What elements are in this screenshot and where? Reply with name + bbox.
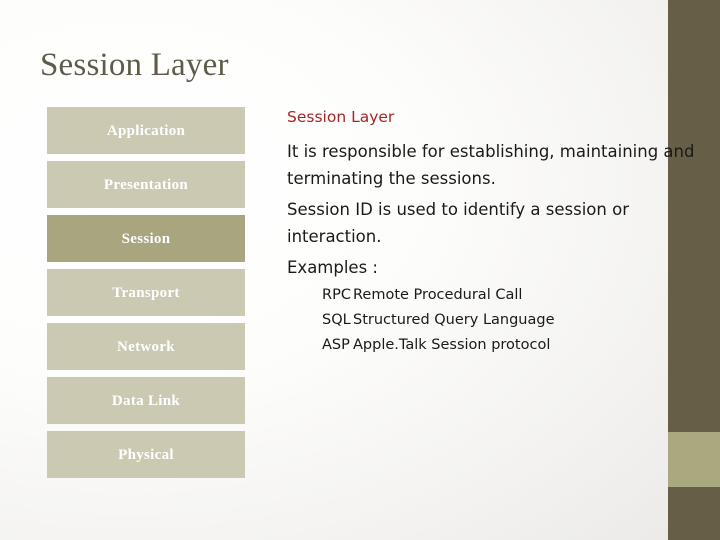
osi-layer-session[interactable]: Session — [47, 215, 245, 262]
osi-layer-network[interactable]: Network — [47, 323, 245, 370]
example-description: Apple.Talk Session protocol — [353, 337, 551, 353]
content-paragraph-2: Session ID is used to identify a session… — [287, 200, 629, 246]
osi-layer-physical[interactable]: Physical — [47, 431, 245, 478]
list-item: ASP Apple.Talk Session protocol — [322, 333, 707, 358]
content-paragraph-1: It is responsible for establishing, main… — [287, 142, 695, 188]
osi-layer-label: Transport — [112, 284, 180, 301]
osi-layer-label: Physical — [118, 446, 174, 463]
content-column: Session Layer It is responsible for esta… — [287, 106, 707, 358]
examples-label: Examples : — [287, 258, 378, 277]
osi-layer-label: Session — [121, 230, 171, 247]
osi-layer-application[interactable]: Application — [47, 107, 245, 154]
examples-list: RPC Remote Procedural Call SQL Structure… — [322, 283, 707, 358]
right-edge-bar-accent — [668, 432, 720, 487]
example-abbreviation: SQL — [322, 312, 351, 328]
page-title: Session Layer — [40, 47, 229, 83]
osi-layer-stack: Application Presentation Session Transpo… — [47, 107, 245, 485]
osi-layer-transport[interactable]: Transport — [47, 269, 245, 316]
osi-layer-label: Application — [106, 122, 186, 139]
osi-layer-presentation[interactable]: Presentation — [47, 161, 245, 208]
example-description: Remote Procedural Call — [353, 287, 523, 303]
osi-layer-label: Network — [117, 338, 175, 355]
osi-layer-label: Data Link — [111, 392, 181, 409]
example-abbreviation: RPC — [322, 287, 351, 303]
content-heading: Session Layer — [287, 108, 395, 126]
example-abbreviation: ASP — [322, 337, 350, 353]
example-description: Structured Query Language — [353, 312, 555, 328]
osi-layer-data-link[interactable]: Data Link — [47, 377, 245, 424]
list-item: RPC Remote Procedural Call — [322, 283, 707, 308]
slide-canvas: Session Layer Application Presentation S… — [0, 0, 720, 540]
osi-layer-label: Presentation — [103, 176, 189, 193]
list-item: SQL Structured Query Language — [322, 308, 707, 333]
